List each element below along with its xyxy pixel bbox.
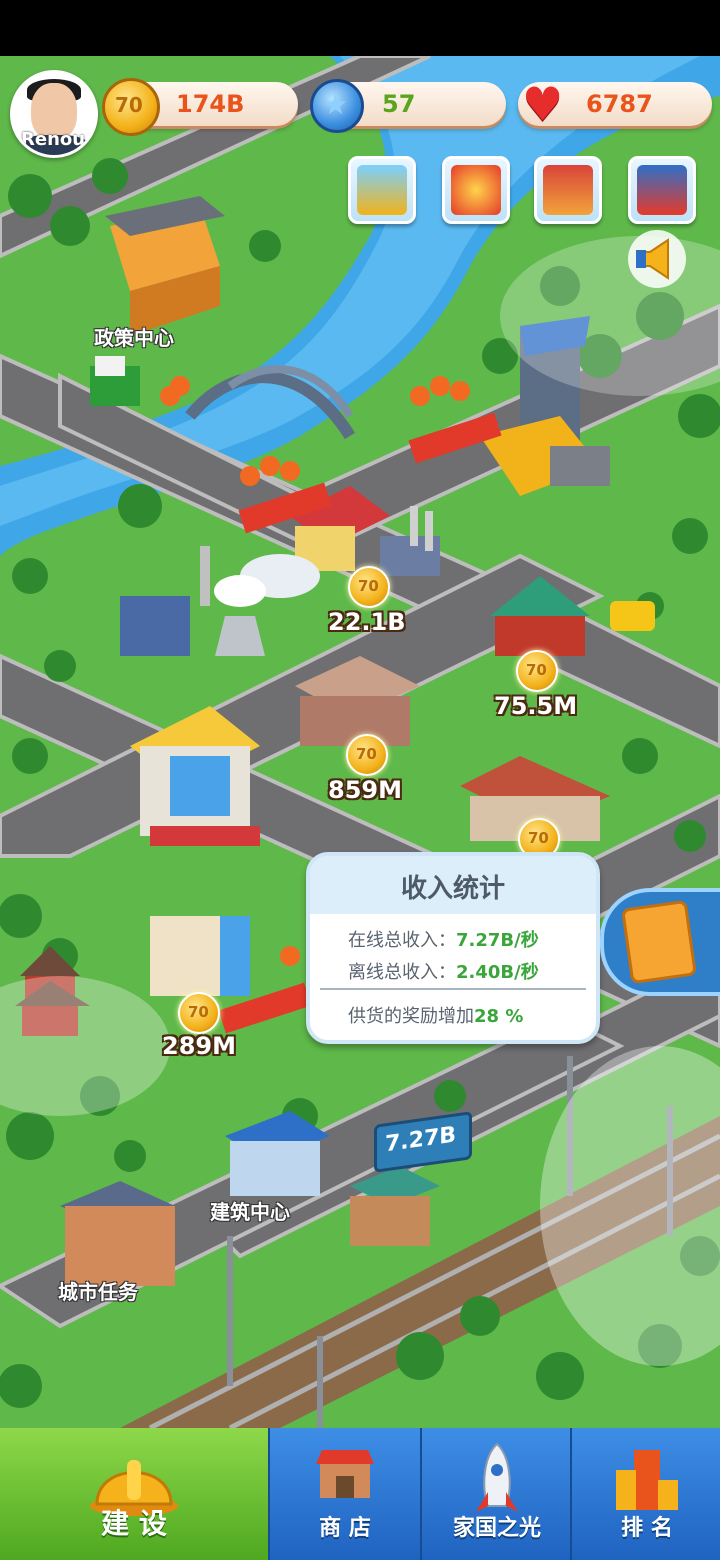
offline-income-value: 2.40B/秒 [456, 962, 539, 983]
policy-center-label[interactable]: 政策中心 [94, 322, 174, 351]
heart-value: 6787 [586, 90, 653, 118]
city-tasks-label[interactable]: 城市任务 [58, 1276, 138, 1305]
gold-coin-icon: 70 [102, 78, 160, 136]
income-market: 859M [328, 776, 402, 804]
blue-star-icon: ★ [310, 79, 364, 133]
income-stats-panel: 收入统计 在线总收入：7.27B/秒 离线总收入：2.40B/秒 供货的奖励增加… [306, 852, 600, 1044]
edit-city-button[interactable] [600, 888, 720, 996]
income-factory: 22.1B [328, 608, 406, 636]
tab-shop-label: 商 店 [319, 1516, 371, 1541]
tab-homeland[interactable]: 家国之光 [420, 1428, 572, 1560]
online-income-label: 在线总收入： [348, 930, 456, 951]
podium-icon [616, 1450, 678, 1510]
tab-shop[interactable]: 商 店 [268, 1428, 420, 1560]
status-bar [0, 0, 720, 56]
coin-counter[interactable]: 70 174B [102, 78, 298, 136]
income-office: 289M [162, 1032, 236, 1060]
tab-rank-label: 排 名 [621, 1516, 673, 1541]
tab-build[interactable]: 建 设 [0, 1428, 268, 1560]
heart-icon: ♥ [522, 77, 564, 131]
tab-rank[interactable]: 排 名 [570, 1428, 720, 1560]
panel-title: 收入统计 [400, 874, 505, 904]
mascot-icon [637, 165, 687, 215]
handshake-button[interactable] [534, 156, 602, 224]
collect-coin-gate[interactable]: 70 [516, 650, 558, 692]
bonus-row: 供货的奖励增加28 % [348, 1002, 523, 1028]
edit-document-icon [621, 899, 697, 985]
coin-value: 174B [176, 90, 245, 118]
panel-divider [320, 988, 586, 990]
anniversary-button[interactable] [442, 156, 510, 224]
collect-coin-factory[interactable]: 70 [348, 566, 390, 608]
bonus-value: 28 % [474, 1006, 524, 1027]
mascot-button[interactable] [628, 156, 696, 224]
heart-counter[interactable]: ♥ 6787 [518, 77, 712, 131]
player-avatar[interactable]: Renou [10, 70, 98, 158]
anniversary-70-icon [451, 165, 501, 215]
city-map[interactable]: 70 22.1B 70 75.5M 70 859M 70 70 289M 政策中… [0, 56, 720, 1428]
collect-coin-office[interactable]: 70 [178, 992, 220, 1034]
bonus-label: 供货的奖励增加 [348, 1006, 474, 1027]
factory-button[interactable] [348, 156, 416, 224]
player-name: Renou [21, 129, 86, 150]
offline-income-row: 离线总收入：2.40B/秒 [348, 958, 539, 984]
collect-coin-market[interactable]: 70 [346, 734, 388, 776]
star-counter[interactable]: ★ 57 [310, 79, 506, 133]
handshake-icon [543, 165, 593, 215]
tab-homeland-label: 家国之光 [452, 1516, 541, 1541]
income-gate: 75.5M [494, 692, 578, 720]
online-income-row: 在线总收入：7.27B/秒 [348, 926, 539, 952]
offline-income-label: 离线总收入： [348, 962, 456, 983]
factory-icon [357, 165, 407, 215]
rocket-icon [476, 1442, 518, 1512]
building-center-label[interactable]: 建筑中心 [210, 1196, 290, 1225]
bottom-nav: 建 设 商 店 家国之光 排 名 [0, 1428, 720, 1560]
tab-build-label: 建 设 [101, 1507, 167, 1540]
shop-icon [316, 1450, 374, 1498]
star-value: 57 [382, 90, 416, 118]
announcement-speaker-icon[interactable] [626, 228, 688, 290]
online-income-value: 7.27B/秒 [456, 930, 539, 951]
